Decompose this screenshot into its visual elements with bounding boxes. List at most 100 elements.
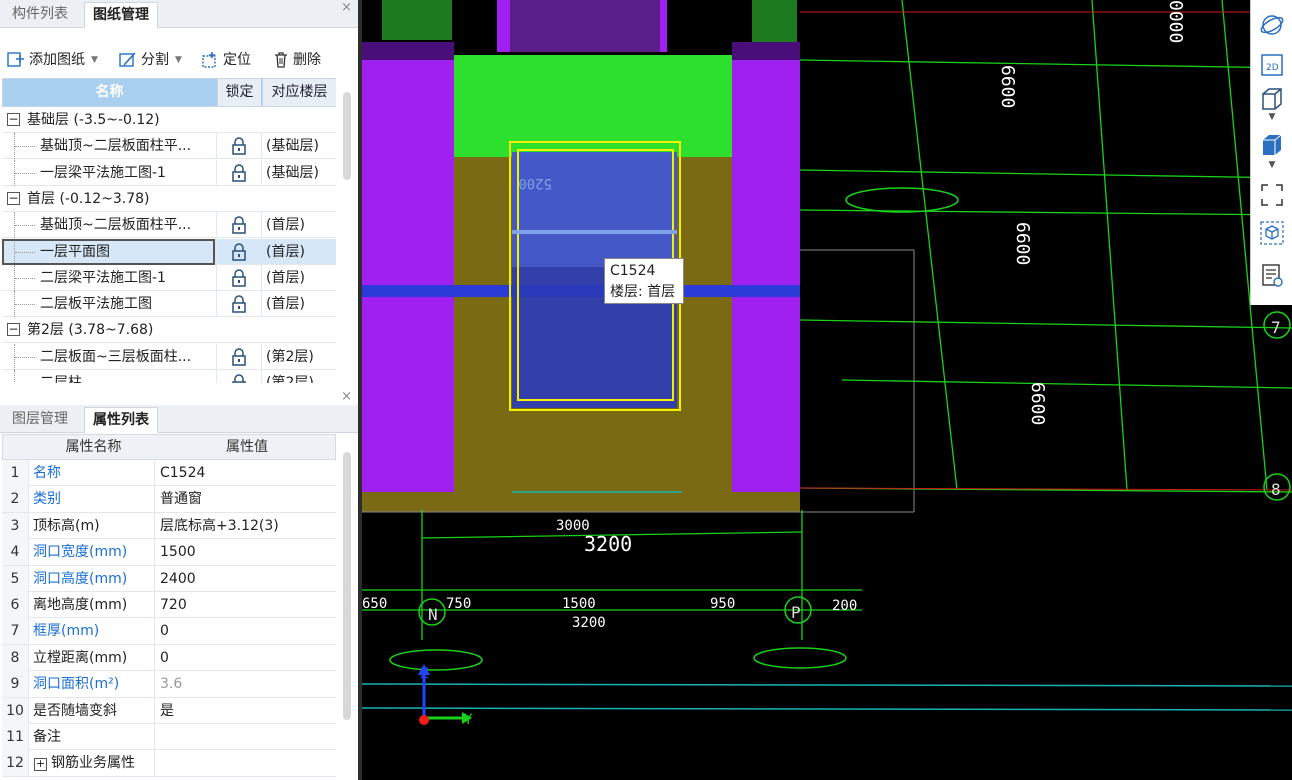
drawing-tabbar: 构件列表 图纸管理 × bbox=[0, 0, 358, 28]
property-name: 立樘距离(mm) bbox=[30, 644, 155, 671]
property-name: 类别 bbox=[30, 486, 155, 513]
close-panel-icon[interactable]: × bbox=[341, 0, 352, 15]
y-axis-label: Y bbox=[464, 712, 473, 728]
lock-icon[interactable] bbox=[216, 291, 260, 318]
property-row[interactable]: 4 洞口宽度(mm) 1500 bbox=[2, 539, 336, 566]
tree-scrollbar[interactable] bbox=[343, 92, 351, 180]
properties-icon[interactable] bbox=[1259, 262, 1285, 288]
property-scrollbar[interactable] bbox=[343, 452, 351, 720]
solid-view-icon[interactable] bbox=[1259, 132, 1285, 158]
element-tooltip: C1524 楼层: 首层 bbox=[604, 258, 684, 304]
property-row[interactable]: 5 洞口高度(mm) 2400 bbox=[2, 565, 336, 592]
chevron-down-icon[interactable]: ▼ bbox=[1259, 160, 1285, 172]
property-row[interactable]: 7 框厚(mm) 0 bbox=[2, 618, 336, 645]
expand-icon[interactable]: + bbox=[34, 758, 47, 772]
property-value[interactable] bbox=[156, 724, 336, 750]
axis-label-8: 8 bbox=[1271, 480, 1281, 499]
tree-group-row[interactable]: − 基础层 (-3.5~-0.12) bbox=[2, 107, 336, 133]
tree-group-label: 基础层 (-3.5~-0.12) bbox=[27, 112, 160, 128]
column-header-lock[interactable]: 锁定 bbox=[217, 79, 261, 106]
drawing-floor: (首层) bbox=[261, 291, 335, 318]
cad-scene: 3000 3200 650 750 1500 950 200 3200 6600… bbox=[362, 0, 1292, 728]
cad-viewport[interactable]: 3000 3200 650 750 1500 950 200 3200 6600… bbox=[362, 0, 1292, 780]
drawing-name: 二层梁平法施工图-1 bbox=[40, 269, 166, 286]
property-row[interactable]: 9 洞口面积(m²) 3.6 bbox=[2, 671, 336, 698]
lock-icon[interactable] bbox=[216, 159, 260, 186]
property-value[interactable]: C1524 bbox=[156, 460, 336, 486]
property-name: 洞口宽度(mm) bbox=[30, 539, 155, 566]
column-header-floor[interactable]: 对应楼层 bbox=[262, 79, 336, 106]
property-row[interactable]: 12 + 钢筋业务属性 bbox=[2, 750, 336, 777]
orbit-icon[interactable] bbox=[1259, 12, 1285, 38]
property-value[interactable]: 720 bbox=[156, 592, 336, 618]
fullscreen-icon[interactable] bbox=[1259, 182, 1285, 208]
property-value[interactable]: 1500 bbox=[156, 539, 336, 565]
tree-row[interactable]: 二层板面~三层板面柱... (第2层) bbox=[2, 343, 336, 370]
tree-row[interactable]: 二层板平法施工图 (首层) bbox=[2, 291, 336, 318]
cube-select-icon[interactable] bbox=[1259, 220, 1285, 246]
property-row[interactable]: 3 顶标高(m) 层底标高+3.12(3) bbox=[2, 512, 336, 540]
add-drawing-label: 添加图纸 bbox=[29, 52, 85, 68]
tooltip-floor: 楼层: 首层 bbox=[610, 284, 676, 300]
tree-row-selected[interactable]: 一层平面图 (首层) bbox=[2, 238, 336, 265]
property-value[interactable]: 普通窗 bbox=[156, 486, 336, 512]
property-value[interactable]: 层底标高+3.12(3) bbox=[156, 513, 336, 539]
drawing-floor: (第2层) bbox=[261, 370, 335, 383]
tree-row[interactable]: 二层梁平法施工图-1 (首层) bbox=[2, 264, 336, 291]
tree-row[interactable]: 基础顶~二层板面柱平... (首层) bbox=[2, 212, 336, 239]
lock-icon[interactable] bbox=[216, 212, 260, 239]
axis-label-7: 7 bbox=[1271, 318, 1281, 337]
row-number: 7 bbox=[2, 618, 29, 645]
property-value[interactable]: 0 bbox=[156, 618, 336, 644]
lock-icon[interactable] bbox=[216, 264, 260, 291]
split-button[interactable]: 分割 ▼ bbox=[118, 49, 182, 71]
lock-icon[interactable] bbox=[216, 238, 260, 265]
tab-layer-management[interactable]: 图层管理 bbox=[4, 407, 76, 433]
left-panel: 构件列表 图纸管理 × 添加图纸 ▼ 分割 ▼ 定位 删除 名称 锁定 对应楼层… bbox=[0, 0, 358, 780]
property-row[interactable]: 11 备注 bbox=[2, 724, 336, 751]
lock-icon[interactable] bbox=[216, 343, 260, 370]
close-panel-icon[interactable]: × bbox=[341, 389, 352, 404]
tree-row[interactable]: 一层梁平法施工图-1 (基础层) bbox=[2, 159, 336, 186]
add-drawing-button[interactable]: 添加图纸 ▼ bbox=[6, 49, 98, 71]
property-value[interactable]: 0 bbox=[156, 645, 336, 671]
property-row[interactable]: 1 名称 C1524 bbox=[2, 460, 336, 487]
lock-icon[interactable] bbox=[216, 133, 260, 160]
tab-property-list[interactable]: 属性列表 bbox=[84, 407, 158, 433]
property-group[interactable]: + 钢筋业务属性 bbox=[30, 750, 155, 777]
property-value[interactable]: 2400 bbox=[156, 566, 336, 592]
lock-icon[interactable] bbox=[216, 370, 260, 383]
tree-row[interactable]: 二层柱... (第2层) bbox=[2, 370, 336, 383]
chevron-down-icon[interactable]: ▼ bbox=[1259, 112, 1285, 124]
chevron-down-icon[interactable]: ▼ bbox=[175, 49, 182, 71]
property-value[interactable]: 是 bbox=[156, 698, 336, 724]
row-number: 5 bbox=[2, 565, 29, 592]
trash-icon bbox=[272, 51, 290, 69]
property-name: 名称 bbox=[30, 460, 155, 486]
property-row[interactable]: 2 类别 普通窗 bbox=[2, 486, 336, 513]
property-table: 1 名称 C1524 2 类别 普通窗 3 顶标高(m) 层底标高+3.12(3… bbox=[2, 460, 336, 780]
chevron-down-icon[interactable]: ▼ bbox=[91, 49, 98, 71]
drawing-floor: (基础层) bbox=[261, 133, 335, 160]
tab-drawing-management[interactable]: 图纸管理 bbox=[84, 2, 158, 28]
dim-text: 3200 bbox=[572, 615, 606, 631]
row-number: 1 bbox=[2, 460, 29, 486]
column-header-name[interactable]: 名称 bbox=[3, 79, 216, 106]
drawing-tree: − 基础层 (-3.5~-0.12) 基础顶~二层板面柱平... (基础层) 一… bbox=[2, 107, 336, 383]
tree-group-row[interactable]: − 第2层 (3.78~7.68) bbox=[2, 317, 336, 344]
view-2d-icon[interactable]: 2D bbox=[1259, 52, 1285, 78]
property-name: 离地高度(mm) bbox=[30, 592, 155, 618]
property-name: 洞口面积(m²) bbox=[30, 671, 155, 698]
z-axis-label: Z bbox=[420, 666, 428, 682]
tree-group-row[interactable]: − 首层 (-0.12~3.78) bbox=[2, 186, 336, 212]
property-row[interactable]: 8 立樘距离(mm) 0 bbox=[2, 644, 336, 672]
svg-text:2D: 2D bbox=[1266, 63, 1279, 73]
property-row[interactable]: 10 是否随墙变斜 是 bbox=[2, 697, 336, 724]
delete-button[interactable]: 删除 bbox=[272, 49, 321, 71]
dim-text: 6600 bbox=[1027, 382, 1048, 425]
property-row[interactable]: 6 离地高度(mm) 720 bbox=[2, 592, 336, 619]
tree-row[interactable]: 基础顶~二层板面柱平... (基础层) bbox=[2, 133, 336, 160]
locate-button[interactable]: 定位 bbox=[200, 49, 251, 71]
view-3d-icon[interactable] bbox=[1259, 86, 1285, 112]
tab-component-list[interactable]: 构件列表 bbox=[4, 2, 76, 28]
